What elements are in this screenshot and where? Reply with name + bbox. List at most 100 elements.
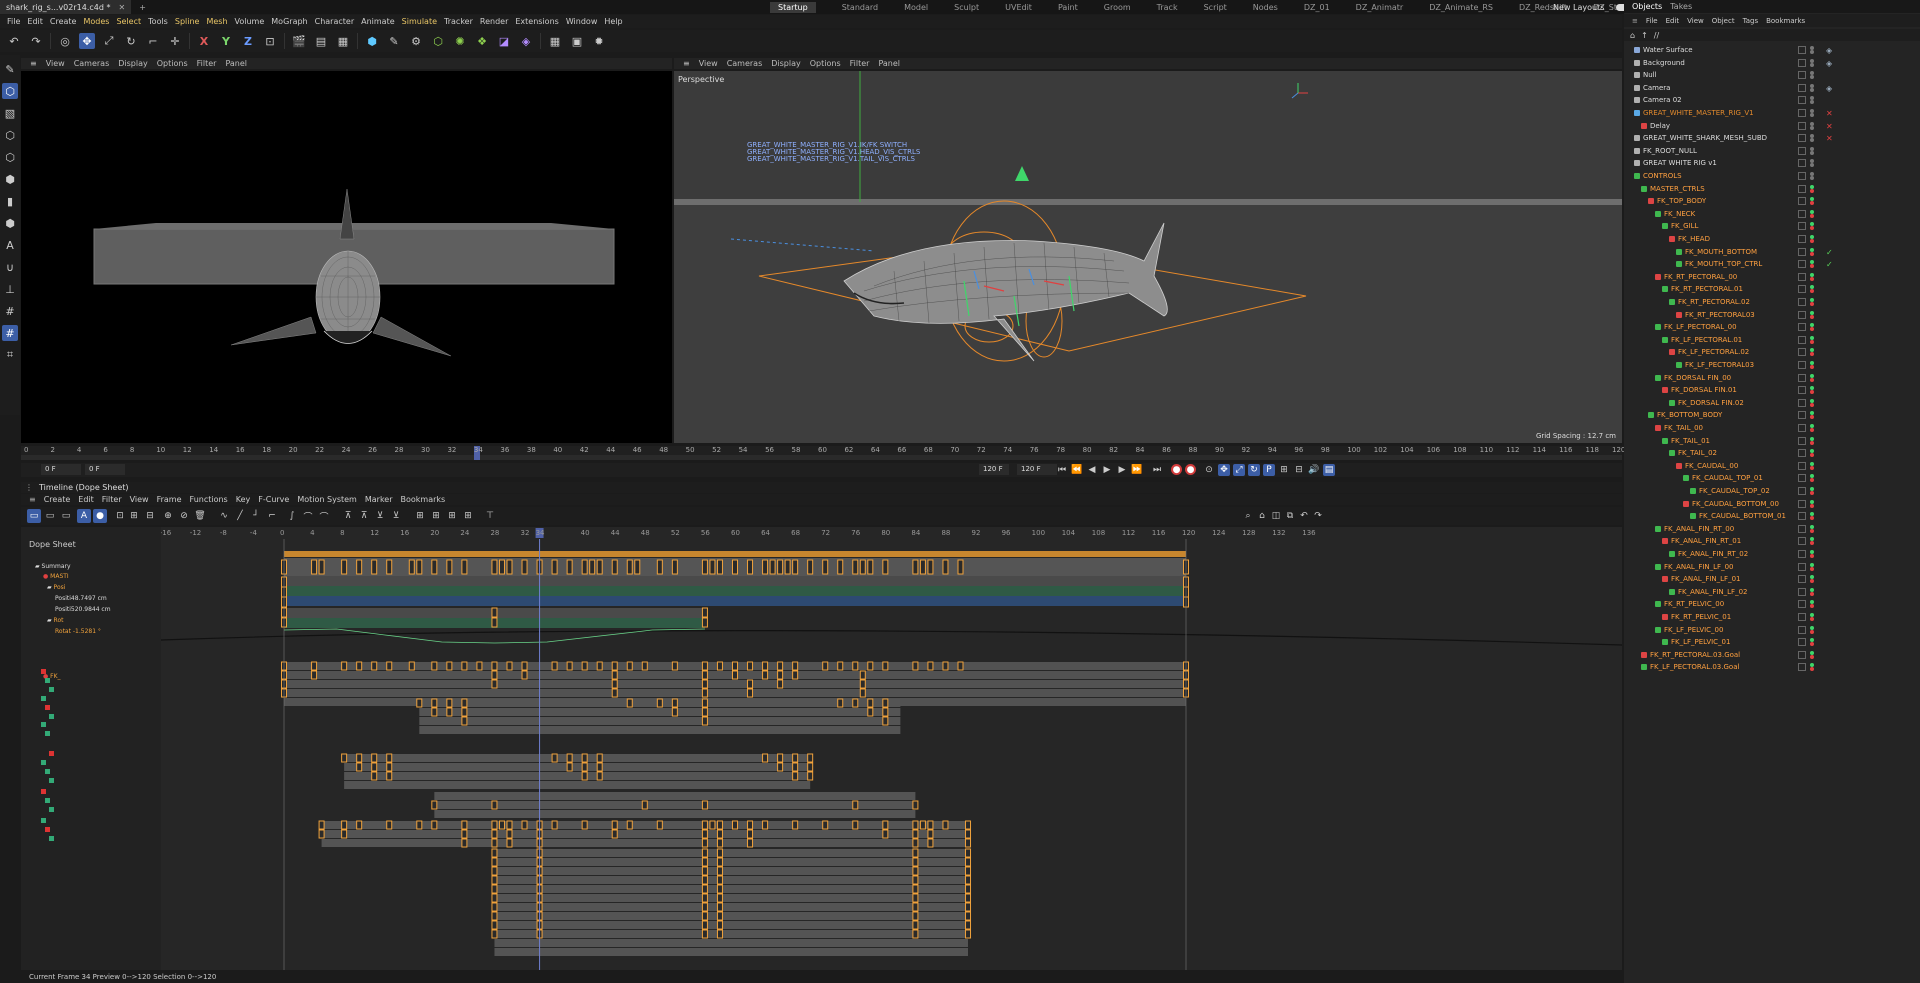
timeline-menu-f-curve[interactable]: F-Curve bbox=[258, 495, 289, 504]
visibility-dots[interactable] bbox=[1810, 348, 1814, 357]
offset-icon[interactable]: ⊞ bbox=[461, 509, 475, 523]
subdivision-icon[interactable]: ⚙ bbox=[408, 33, 424, 49]
visibility-dots[interactable] bbox=[1810, 499, 1814, 508]
render-visibility-dot[interactable] bbox=[1810, 516, 1814, 521]
object-row[interactable]: FK_RT_PELVIC_00 bbox=[1624, 598, 1920, 610]
visibility-dots[interactable] bbox=[1810, 625, 1814, 634]
object-row[interactable]: FK_CAUDAL_00 bbox=[1624, 460, 1920, 472]
object-row[interactable]: FK_TAIL_02 bbox=[1624, 447, 1920, 459]
uv-mode-icon[interactable]: ▮ bbox=[2, 193, 18, 209]
move-tool-icon[interactable]: ✥ bbox=[79, 33, 95, 49]
object-row[interactable]: FK_DORSAL FIN_00 bbox=[1624, 372, 1920, 384]
tangent-clamp-icon[interactable]: ⌒ bbox=[317, 509, 331, 523]
object-row[interactable]: FK_ANAL_FIN_LF_02 bbox=[1624, 586, 1920, 598]
render-visibility-dot[interactable] bbox=[1810, 327, 1814, 332]
layer-checkbox[interactable] bbox=[1798, 134, 1806, 143]
layer-checkbox[interactable] bbox=[1798, 172, 1806, 180]
layer-checkbox[interactable] bbox=[1798, 600, 1806, 609]
object-row[interactable]: Background ◈ bbox=[1624, 57, 1920, 69]
menu-spline[interactable]: Spline bbox=[175, 17, 200, 26]
home-icon[interactable]: ⌂ bbox=[1630, 31, 1635, 40]
timeline-menu-functions[interactable]: Functions bbox=[190, 495, 228, 504]
visibility-dots[interactable] bbox=[1810, 613, 1814, 621]
menu-render[interactable]: Render bbox=[480, 17, 508, 26]
layer-checkbox[interactable] bbox=[1798, 323, 1806, 332]
lock-icon[interactable]: ◫ bbox=[1269, 509, 1283, 523]
timeline-menu-bookmarks[interactable]: Bookmarks bbox=[401, 495, 446, 504]
viewport-menu-cameras[interactable]: Cameras bbox=[74, 59, 110, 68]
grip-icon[interactable]: ≡ bbox=[30, 59, 37, 68]
tab-takes[interactable]: Takes bbox=[1670, 2, 1692, 11]
go-to-start-icon[interactable]: ⏮ bbox=[1056, 464, 1068, 476]
object-row[interactable]: Delay ✕ bbox=[1624, 120, 1920, 132]
render-visibility-dot[interactable] bbox=[1810, 150, 1814, 155]
editor-visibility-dot[interactable] bbox=[1810, 184, 1814, 189]
light-icon[interactable]: ✹ bbox=[591, 33, 607, 49]
end-frame-field[interactable]: 120 F bbox=[1017, 464, 1057, 475]
object-axis-icon[interactable]: A bbox=[2, 237, 18, 253]
camera-icon[interactable]: ▣ bbox=[569, 33, 585, 49]
layout-tab[interactable]: Paint bbox=[1058, 3, 1078, 12]
tag-icon[interactable]: ◈ bbox=[1826, 83, 1832, 95]
viewport-menu-cameras[interactable]: Cameras bbox=[727, 59, 763, 68]
viewport-menu-filter[interactable]: Filter bbox=[850, 59, 870, 68]
layer-checkbox[interactable] bbox=[1798, 386, 1806, 395]
polygons-mode-icon[interactable]: ⬢ bbox=[2, 171, 18, 187]
field-icon[interactable]: ◈ bbox=[518, 33, 534, 49]
render-visibility-dot[interactable] bbox=[1810, 440, 1814, 445]
grip-icon[interactable]: ≡ bbox=[683, 59, 690, 68]
home-icon[interactable]: ⌂ bbox=[1255, 509, 1269, 523]
layer-checkbox[interactable] bbox=[1798, 663, 1806, 672]
render-visibility-dot[interactable] bbox=[1810, 289, 1814, 294]
previous-key-icon[interactable]: ⏪ bbox=[1071, 464, 1083, 476]
render-visibility-dot[interactable] bbox=[1810, 75, 1814, 80]
viewport-left[interactable] bbox=[21, 71, 672, 443]
object-menu-tags[interactable]: Tags bbox=[1743, 17, 1759, 25]
panel-grip-icon[interactable]: ⋮ bbox=[25, 483, 33, 492]
editor-visibility-dot[interactable] bbox=[1810, 436, 1814, 441]
viewport-menu-view[interactable]: View bbox=[46, 59, 65, 68]
layer-checkbox[interactable] bbox=[1798, 474, 1806, 483]
preview-end-field[interactable]: 120 F bbox=[979, 464, 1009, 475]
editor-visibility-dot[interactable] bbox=[1810, 121, 1814, 126]
time-scale-icon[interactable]: ⊞ bbox=[445, 509, 459, 523]
layer-checkbox[interactable] bbox=[1798, 512, 1806, 521]
viewport-menu-filter[interactable]: Filter bbox=[197, 59, 217, 68]
render-visibility-dot[interactable] bbox=[1810, 491, 1814, 495]
menu-animate[interactable]: Animate bbox=[361, 17, 395, 26]
visibility-dots[interactable] bbox=[1810, 83, 1814, 92]
timeline-menu-create[interactable]: Create bbox=[44, 495, 71, 504]
visibility-dots[interactable] bbox=[1810, 524, 1814, 533]
visibility-dots[interactable] bbox=[1810, 235, 1814, 243]
hamburger-icon[interactable]: ≡ bbox=[1632, 17, 1638, 25]
object-menu-view[interactable]: View bbox=[1687, 17, 1704, 25]
record-rotation-icon[interactable]: ↻ bbox=[1248, 464, 1260, 476]
preview-start-field[interactable]: 0 F bbox=[85, 464, 125, 475]
interpolation-icon[interactable]: ⊟ bbox=[1293, 464, 1305, 476]
close-icon[interactable]: ✕ bbox=[1826, 121, 1833, 133]
render-visibility-dot[interactable] bbox=[1810, 415, 1814, 420]
menu-mesh[interactable]: Mesh bbox=[206, 17, 227, 26]
menu-window[interactable]: Window bbox=[566, 17, 598, 26]
visibility-dots[interactable] bbox=[1810, 134, 1814, 143]
menu-select[interactable]: Select bbox=[116, 17, 141, 26]
live-selection-icon[interactable]: ◎ bbox=[57, 33, 73, 49]
mograph-icon[interactable]: ❖ bbox=[474, 33, 490, 49]
key-delete-icon[interactable]: ⊘ bbox=[177, 509, 191, 523]
menu-modes[interactable]: Modes bbox=[83, 17, 109, 26]
visibility-dots[interactable] bbox=[1810, 650, 1814, 659]
workplane-icon[interactable]: ⊥ bbox=[2, 281, 18, 297]
visibility-dots[interactable] bbox=[1810, 298, 1814, 306]
visibility-dots[interactable] bbox=[1810, 550, 1814, 558]
viewport-perspective[interactable]: Perspective GREAT_WHITE_MASTER_RIG_V1.IK… bbox=[674, 71, 1622, 443]
layer-checkbox[interactable] bbox=[1798, 222, 1806, 231]
render-visibility-dot[interactable] bbox=[1810, 100, 1814, 105]
transform-icon[interactable]: ✛ bbox=[167, 33, 183, 49]
layer-merge-icon[interactable]: ⊻ bbox=[389, 509, 403, 523]
render-visibility-dot[interactable] bbox=[1810, 365, 1814, 369]
render-visibility-dot[interactable] bbox=[1810, 339, 1814, 344]
layer-checkbox[interactable] bbox=[1798, 58, 1806, 67]
visibility-dots[interactable] bbox=[1810, 247, 1814, 256]
motion-mode-icon[interactable]: ▭ bbox=[59, 509, 73, 523]
layer-checkbox[interactable] bbox=[1798, 348, 1806, 357]
